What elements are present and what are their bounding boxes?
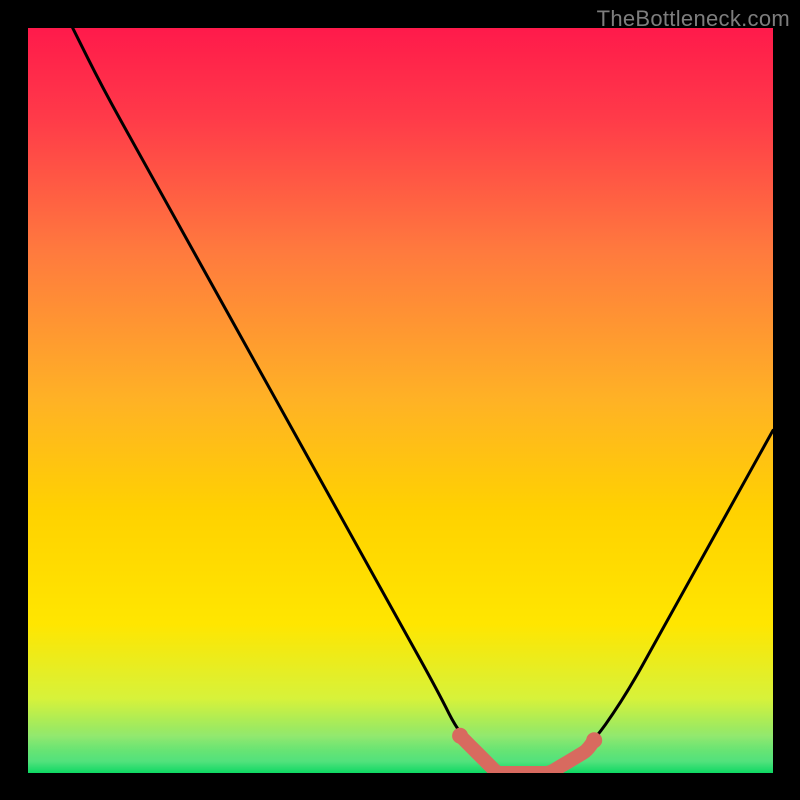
chart-svg [28, 28, 773, 773]
chart-container: TheBottleneck.com [0, 0, 800, 800]
watermark-text: TheBottleneck.com [597, 6, 790, 32]
optimal-range-start-cap [452, 728, 468, 744]
bottom-band-overlay [28, 624, 773, 773]
plot-area [28, 28, 773, 773]
optimal-range-end-cap [586, 732, 602, 748]
